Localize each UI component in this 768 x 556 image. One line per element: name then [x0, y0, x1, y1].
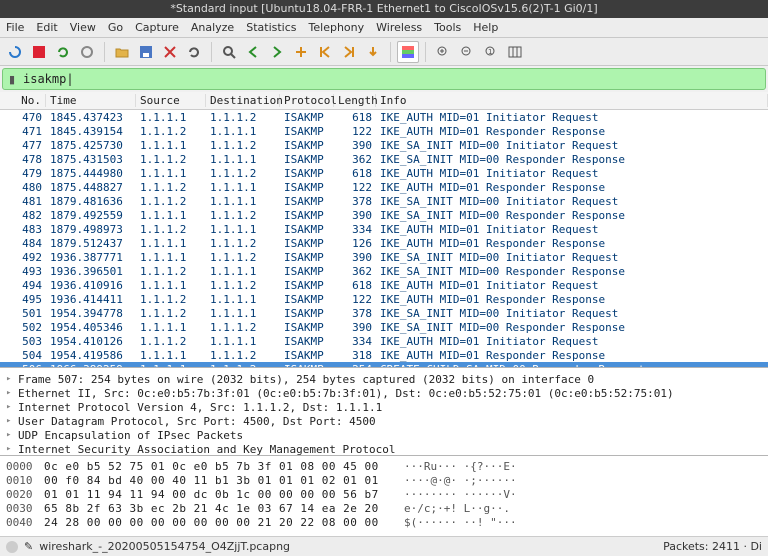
- reload-button[interactable]: [183, 41, 205, 63]
- svg-text:1: 1: [488, 48, 492, 56]
- packet-row[interactable]: 5041954.4195861.1.1.11.1.1.2ISAKMP318IKE…: [0, 348, 768, 362]
- display-filter-input[interactable]: [21, 72, 765, 86]
- packet-row[interactable]: 4841879.5124371.1.1.11.1.1.2ISAKMP126IKE…: [0, 236, 768, 250]
- zoom-in-button[interactable]: [432, 41, 454, 63]
- expert-info-icon[interactable]: [6, 541, 18, 553]
- packet-row[interactable]: 4941936.4109161.1.1.11.1.1.2ISAKMP618IKE…: [0, 278, 768, 292]
- packet-row[interactable]: 4831879.4989731.1.1.21.1.1.1ISAKMP334IKE…: [0, 222, 768, 236]
- hex-row[interactable]: 001000 f0 84 bd 40 00 40 11 b1 3b 01 01 …: [6, 474, 762, 488]
- menu-view[interactable]: View: [70, 21, 96, 34]
- filter-bookmark-icon[interactable]: ▮: [3, 73, 21, 86]
- packet-row[interactable]: 4801875.4488271.1.1.21.1.1.1ISAKMP122IKE…: [0, 180, 768, 194]
- expand-arrow-icon[interactable]: ▸: [6, 416, 16, 426]
- menu-wireless[interactable]: Wireless: [376, 21, 422, 34]
- go-to-packet-button[interactable]: [290, 41, 312, 63]
- start-capture-button[interactable]: [4, 41, 26, 63]
- packet-row[interactable]: 5011954.3947781.1.1.21.1.1.1ISAKMP378IKE…: [0, 306, 768, 320]
- menu-edit[interactable]: Edit: [36, 21, 57, 34]
- notes-icon[interactable]: ✎: [24, 540, 33, 553]
- menu-statistics[interactable]: Statistics: [246, 21, 296, 34]
- col-info[interactable]: Info: [376, 94, 768, 107]
- packet-row[interactable]: 4921936.3877711.1.1.11.1.1.2ISAKMP390IKE…: [0, 250, 768, 264]
- resize-columns-button[interactable]: [504, 41, 526, 63]
- window-titlebar: *Standard input [Ubuntu18.04-FRR-1 Ether…: [0, 0, 768, 18]
- detail-tree-item[interactable]: ▸User Datagram Protocol, Src Port: 4500,…: [6, 414, 762, 428]
- hex-row[interactable]: 00000c e0 b5 52 75 01 0c e0 b5 7b 3f 01 …: [6, 460, 762, 474]
- menu-file[interactable]: File: [6, 21, 24, 34]
- expand-arrow-icon[interactable]: ▸: [6, 374, 16, 384]
- menubar: File Edit View Go Capture Analyze Statis…: [0, 18, 768, 38]
- col-time[interactable]: Time: [46, 94, 136, 107]
- open-file-button[interactable]: [111, 41, 133, 63]
- packet-row[interactable]: 4931936.3965011.1.1.21.1.1.1ISAKMP362IKE…: [0, 264, 768, 278]
- status-bar: ✎ wireshark_-_20200505154754_O4ZjjT.pcap…: [0, 536, 768, 556]
- close-button[interactable]: [159, 41, 181, 63]
- col-length[interactable]: Length: [334, 94, 376, 107]
- restart-capture-button[interactable]: [52, 41, 74, 63]
- menu-help[interactable]: Help: [473, 21, 498, 34]
- packet-row[interactable]: 4811879.4816361.1.1.21.1.1.1ISAKMP378IKE…: [0, 194, 768, 208]
- packet-row[interactable]: 4771875.4257301.1.1.11.1.1.2ISAKMP390IKE…: [0, 138, 768, 152]
- toolbar: 1: [0, 38, 768, 66]
- expand-arrow-icon[interactable]: ▸: [6, 388, 16, 398]
- capture-options-button[interactable]: [76, 41, 98, 63]
- save-button[interactable]: [135, 41, 157, 63]
- menu-go[interactable]: Go: [108, 21, 123, 34]
- zoom-reset-button[interactable]: 1: [480, 41, 502, 63]
- packet-list-pane[interactable]: No. Time Source Destination Protocol Len…: [0, 92, 768, 368]
- hex-row[interactable]: 002001 01 11 94 11 94 00 dc 0b 1c 00 00 …: [6, 488, 762, 502]
- expand-arrow-icon[interactable]: ▸: [6, 430, 16, 440]
- detail-tree-item[interactable]: ▸UDP Encapsulation of IPsec Packets: [6, 428, 762, 442]
- detail-tree-item[interactable]: ▸Internet Security Association and Key M…: [6, 442, 762, 456]
- packet-row[interactable]: 4791875.4449801.1.1.11.1.1.2ISAKMP618IKE…: [0, 166, 768, 180]
- packet-count-label: Packets: 2411 · Di: [663, 540, 762, 553]
- packet-bytes-pane[interactable]: 00000c e0 b5 52 75 01 0c e0 b5 7b 3f 01 …: [0, 456, 768, 536]
- expand-arrow-icon[interactable]: ▸: [6, 444, 16, 454]
- packet-row[interactable]: 4711845.4391541.1.1.21.1.1.1ISAKMP122IKE…: [0, 124, 768, 138]
- packet-row[interactable]: 4821879.4925591.1.1.11.1.1.2ISAKMP390IKE…: [0, 208, 768, 222]
- zoom-out-button[interactable]: [456, 41, 478, 63]
- auto-scroll-button[interactable]: [362, 41, 384, 63]
- expand-arrow-icon[interactable]: ▸: [6, 402, 16, 412]
- stop-capture-button[interactable]: [28, 41, 50, 63]
- go-first-button[interactable]: [314, 41, 336, 63]
- packet-list-header: No. Time Source Destination Protocol Len…: [0, 92, 768, 110]
- menu-telephony[interactable]: Telephony: [309, 21, 365, 34]
- go-forward-button[interactable]: [266, 41, 288, 63]
- find-packet-button[interactable]: [218, 41, 240, 63]
- col-protocol[interactable]: Protocol: [280, 94, 334, 107]
- display-filter-bar[interactable]: ▮: [2, 68, 766, 90]
- detail-tree-item[interactable]: ▸Frame 507: 254 bytes on wire (2032 bits…: [6, 372, 762, 386]
- menu-analyze[interactable]: Analyze: [191, 21, 234, 34]
- capture-file-label: wireshark_-_20200505154754_O4ZjjT.pcapng: [39, 540, 290, 553]
- packet-row[interactable]: 4781875.4315031.1.1.21.1.1.1ISAKMP362IKE…: [0, 152, 768, 166]
- detail-tree-item[interactable]: ▸Internet Protocol Version 4, Src: 1.1.1…: [6, 400, 762, 414]
- packet-details-pane[interactable]: ▸Frame 507: 254 bytes on wire (2032 bits…: [0, 368, 768, 456]
- hex-row[interactable]: 003065 8b 2f 63 3b ec 2b 21 4c 1e 03 67 …: [6, 502, 762, 516]
- hex-row[interactable]: 004024 28 00 00 00 00 00 00 00 00 21 20 …: [6, 516, 762, 530]
- menu-tools[interactable]: Tools: [434, 21, 461, 34]
- col-source[interactable]: Source: [136, 94, 206, 107]
- colorize-button[interactable]: [397, 41, 419, 63]
- col-destination[interactable]: Destination: [206, 94, 280, 107]
- packet-row[interactable]: 5031954.4101261.1.1.21.1.1.1ISAKMP334IKE…: [0, 334, 768, 348]
- packet-row[interactable]: 4701845.4374231.1.1.11.1.1.2ISAKMP618IKE…: [0, 110, 768, 124]
- col-no[interactable]: No.: [0, 94, 46, 107]
- go-last-button[interactable]: [338, 41, 360, 63]
- packet-row[interactable]: 4951936.4144111.1.1.21.1.1.1ISAKMP122IKE…: [0, 292, 768, 306]
- menu-capture[interactable]: Capture: [135, 21, 179, 34]
- packet-row[interactable]: 5021954.4053461.1.1.11.1.1.2ISAKMP390IKE…: [0, 320, 768, 334]
- detail-tree-item[interactable]: ▸Ethernet II, Src: 0c:e0:b5:7b:3f:01 (0c…: [6, 386, 762, 400]
- go-back-button[interactable]: [242, 41, 264, 63]
